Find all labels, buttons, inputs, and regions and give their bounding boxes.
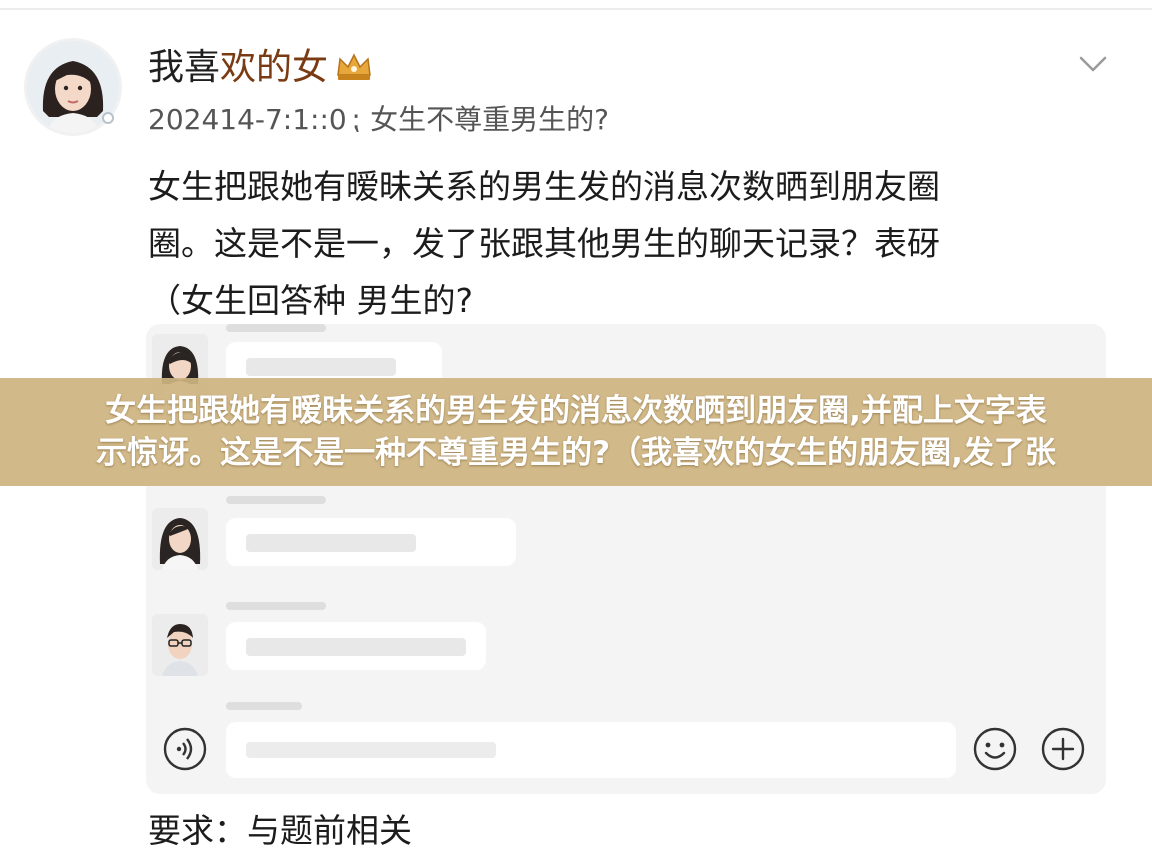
username-text: 我喜 xyxy=(148,47,221,88)
emoji-icon[interactable] xyxy=(972,726,1018,772)
top-divider xyxy=(0,8,1152,10)
online-status-dot xyxy=(102,112,114,124)
chat-timestamp-placeholder xyxy=(226,496,326,504)
message-input[interactable] xyxy=(226,722,956,778)
chat-avatar-man xyxy=(152,614,208,676)
post-body-line: （女生回答种 男生的? xyxy=(148,281,474,320)
post-body-line: 圈。这是不是一，发了张跟其他男生的聊天记录？表砑 xyxy=(148,224,940,263)
caption-line: 示惊讶。这是不是一种不尊重男生的?（我喜欢的女生的朋友圈,发了张 xyxy=(96,435,1056,471)
chat-timestamp-placeholder xyxy=(226,602,326,610)
caption-banner: 女生把跟她有暧昧关系的男生发的消息次数晒到朋友圈,并配上文字表 示惊讶。这是不是… xyxy=(0,378,1152,486)
chat-timestamp-placeholder xyxy=(226,702,302,710)
footer-note: 要求：与题前相关 xyxy=(148,811,412,850)
post-body: 女生把跟她有暧昧关系的男生发的消息次数晒到朋友圈 圈。这是不是一，发了张跟其他男… xyxy=(148,158,1098,329)
meta-separator: ⁏ xyxy=(350,103,361,136)
chat-timestamp-placeholder xyxy=(226,324,326,332)
crown-icon xyxy=(334,48,374,96)
chat-input-bar xyxy=(146,714,1106,786)
username[interactable]: 我喜欢的女 xyxy=(148,44,374,96)
voice-icon[interactable] xyxy=(162,726,208,772)
chat-bubble xyxy=(226,518,516,566)
chat-avatar-woman xyxy=(152,508,208,570)
post-card: 我喜欢的女 202414-7:1::0 ⁏ 女生不尊重男生的? 女生把跟她有暧昧关系… xyxy=(0,0,1152,864)
caption-line: 女生把跟她有暧昧关系的男生发的消息次数晒到朋友圈,并配上文字表 xyxy=(105,393,1047,429)
chat-bubble xyxy=(226,622,486,670)
post-subtitle: 女生不尊重男生的? xyxy=(370,103,610,136)
caption-banner-text: 女生把跟她有暧昧关系的男生发的消息次数晒到朋友圈,并配上文字表 示惊讶。这是不是… xyxy=(0,390,1152,474)
username-highlight: 欢的女 xyxy=(220,47,329,88)
post-body-line: 女生把跟她有暧昧关系的男生发的消息次数晒到朋友圈 xyxy=(148,167,940,206)
chevron-down-icon[interactable] xyxy=(1076,52,1110,76)
post-meta: 202414-7:1::0 ⁏ 女生不尊重男生的? xyxy=(148,100,609,140)
timestamp: 202414-7:1::0 xyxy=(148,103,347,136)
plus-icon[interactable] xyxy=(1040,726,1086,772)
